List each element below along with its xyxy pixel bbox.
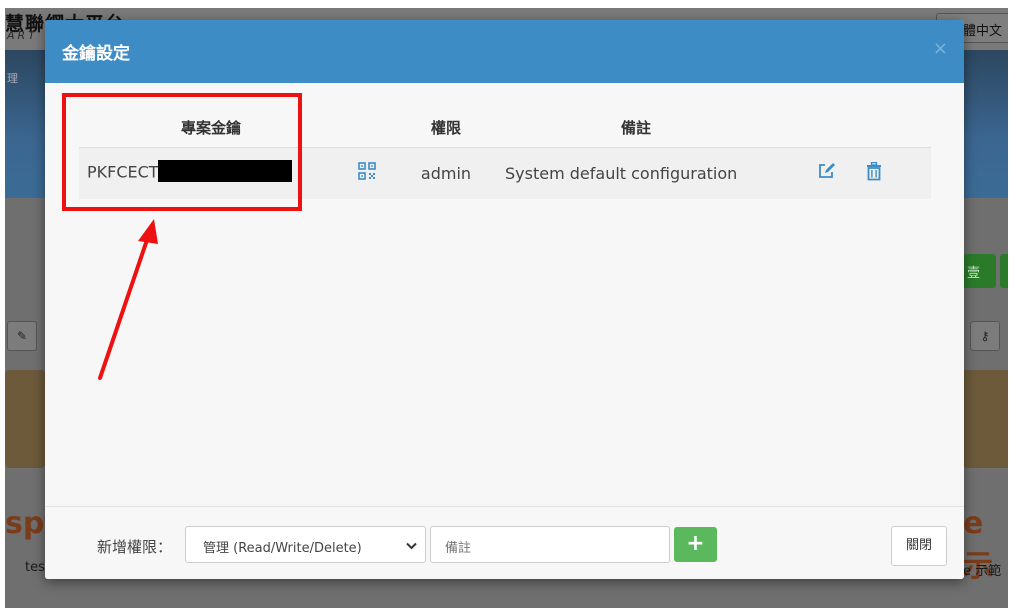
close-button[interactable]: 關閉 [891, 526, 947, 566]
actions-cell [771, 147, 931, 199]
close-icon[interactable]: × [933, 38, 948, 59]
trash-icon[interactable] [866, 161, 882, 185]
plus-icon: + [686, 531, 705, 556]
annotation-arrow [98, 219, 158, 380]
chevron-down-icon [406, 539, 417, 554]
bg-green-button-2 [1000, 254, 1008, 288]
bg-folder-left [5, 370, 45, 468]
annotation-highlight-box [62, 93, 302, 211]
modal-title: 金鑰設定 [62, 44, 130, 64]
permission-select-value: 管理 (Read/Write/Delete) [203, 541, 362, 556]
bg-logo-sub: ART [7, 29, 38, 42]
modal-footer: 新增權限： 管理 (Read/Write/Delete) 備註 + 關閉 [45, 506, 964, 579]
bg-banner-text: 理 [7, 72, 18, 85]
modal-header: 金鑰設定 × [45, 20, 964, 83]
qr-cell [343, 147, 391, 199]
edit-icon[interactable] [817, 162, 837, 184]
bg-key-icon: ⚷ [970, 321, 1000, 351]
header-actions [771, 108, 931, 148]
note-input[interactable]: 備註 [430, 526, 670, 563]
bg-text-right: e 示範 [963, 564, 1002, 579]
qr-code-icon[interactable] [358, 162, 376, 184]
header-note: 備註 [501, 108, 771, 148]
bg-edit-icon: ✎ [7, 321, 37, 351]
permission-cell: admin [391, 147, 501, 199]
bg-green-button: 壹 [963, 254, 996, 288]
permission-select[interactable]: 管理 (Read/Write/Delete) [185, 526, 426, 563]
header-qr [343, 108, 391, 148]
bg-text-left: tes [25, 560, 45, 575]
new-permission-label: 新增權限： [97, 538, 173, 556]
header-permission: 權限 [391, 108, 501, 148]
bg-folder-right [963, 370, 1008, 468]
note-cell: System default configuration [501, 147, 771, 199]
add-button[interactable]: + [674, 527, 717, 562]
